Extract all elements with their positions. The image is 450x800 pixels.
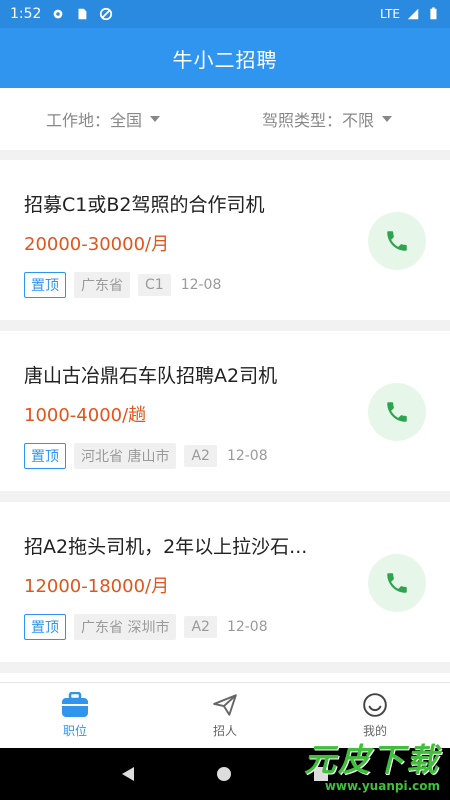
location-tag: 广东省 深圳市: [74, 614, 177, 640]
tab-jobs-label: 职位: [62, 724, 87, 738]
call-button[interactable]: [368, 383, 426, 441]
license-tag: A2: [184, 445, 217, 467]
caret-down-icon: [150, 116, 161, 122]
sd-card-icon: [78, 8, 87, 20]
job-salary: 20000-30000/月: [24, 234, 170, 255]
job-card[interactable]: 唐山古冶鼎石车队招聘A2司机 1000-4000/趟 置顶 河北省 唐山市 A2…: [0, 331, 450, 491]
phone-icon: [387, 402, 407, 422]
job-title: 唐山古冶鼎石车队招聘A2司机: [24, 365, 278, 387]
tab-jobs[interactable]: 职位: [0, 683, 150, 748]
job-tags: 置顶 河北省 唐山市 A2 12-08: [24, 443, 268, 469]
location-tag: 广东省: [74, 272, 130, 298]
no-disturb-icon: [100, 7, 113, 21]
job-card[interactable]: 招募C1或B2驾照的合作司机 20000-30000/月 置顶 广东省 C1 1…: [0, 160, 450, 320]
location-tag: 河北省 唐山市: [74, 443, 177, 469]
job-card[interactable]: 招A2拖头司机，2年以上拉沙石... 12000-18000/月 置顶 广东省 …: [0, 502, 450, 662]
license-filter[interactable]: 驾照类型：不限: [262, 107, 393, 131]
license-tag: A2: [184, 616, 217, 638]
send-icon: [213, 694, 237, 716]
briefcase-icon: [62, 692, 88, 717]
call-button[interactable]: [368, 554, 426, 612]
license-filter-separator: ：: [326, 111, 343, 130]
tab-hire-label: 招人: [212, 724, 237, 738]
network-type: LTE: [380, 7, 400, 21]
call-button[interactable]: [368, 212, 426, 270]
job-title: 招A2拖头司机，2年以上拉沙石...: [24, 536, 308, 558]
job-salary: 12000-18000/月: [24, 576, 170, 597]
license-tag: C1: [138, 274, 171, 296]
page-title: 牛小二招聘: [172, 47, 278, 72]
location-filter-value: 全国: [110, 111, 143, 130]
job-tags: 置顶 广东省 C1 12-08: [24, 272, 221, 298]
phone-icon: [387, 231, 407, 251]
pinned-badge: 置顶: [24, 614, 66, 640]
status-time: 1:52: [10, 6, 42, 22]
gear-icon: [54, 9, 63, 19]
home-icon[interactable]: [216, 767, 231, 781]
post-date: 12-08: [226, 448, 268, 464]
location-filter[interactable]: 工作地：全国: [46, 107, 161, 131]
job-list: 招募C1或B2驾照的合作司机 20000-30000/月 置顶 广东省 C1 1…: [0, 160, 450, 685]
job-salary: 1000-4000/趟: [24, 405, 147, 426]
watermark-text: 元皮下载: [303, 741, 440, 779]
location-filter-label: 工作地: [46, 111, 95, 130]
job-tags: 置顶 广东省 深圳市 A2 12-08: [24, 614, 268, 640]
caret-down-icon: [382, 116, 393, 122]
license-filter-value: 不限: [342, 111, 375, 130]
battery-icon: [430, 7, 437, 20]
watermark-logo: 元皮下载 www.yuanpi.com: [275, 735, 440, 795]
post-date: 12-08: [180, 277, 222, 293]
app-bar: 牛小二招聘: [0, 28, 450, 88]
pinned-badge: 置顶: [24, 443, 66, 469]
filter-bar: 工作地：全国 驾照类型：不限: [0, 88, 450, 150]
pinned-badge: 置顶: [24, 272, 66, 298]
job-title: 招募C1或B2驾照的合作司机: [24, 194, 265, 216]
back-icon[interactable]: [121, 767, 134, 781]
smile-icon: [363, 693, 387, 717]
post-date: 12-08: [226, 619, 268, 635]
status-bar: 1:52 LTE: [0, 0, 450, 28]
location-filter-separator: ：: [94, 111, 111, 130]
watermark-url: www.yuanpi.com: [324, 779, 440, 793]
license-filter-label: 驾照类型: [262, 111, 327, 130]
signal-icon: [407, 8, 419, 20]
phone-icon: [387, 573, 407, 593]
